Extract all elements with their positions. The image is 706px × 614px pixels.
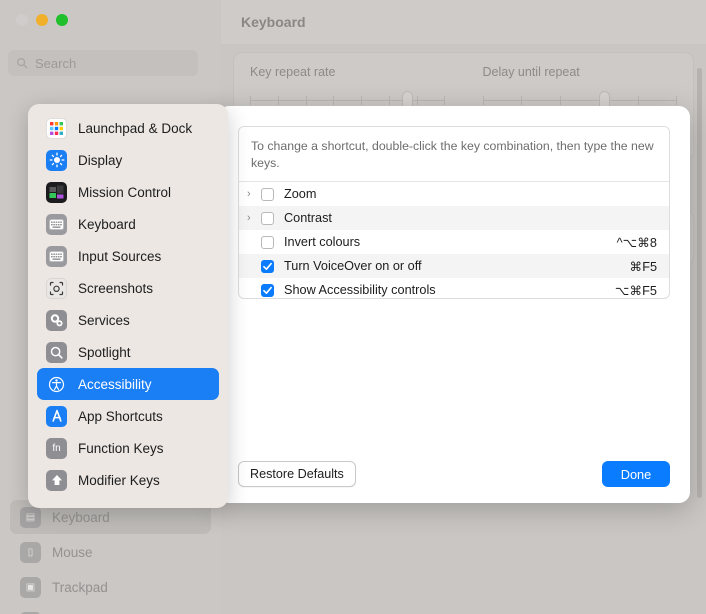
sidebar-item-label: Launchpad & Dock (78, 120, 193, 136)
camera-icon (46, 277, 67, 299)
delay-until-repeat-group: Delay until repeat (482, 65, 678, 111)
shift-arrow-icon (46, 469, 67, 491)
app-store-icon (46, 405, 67, 427)
sidebar-item-launchpad-dock[interactable]: Launchpad & Dock (37, 112, 219, 144)
fn-icon: fn (46, 437, 67, 459)
search-icon (46, 341, 67, 363)
shortcut-hint-text: To change a shortcut, double-click the k… (239, 127, 669, 183)
row-shortcut[interactable]: ⌥⌘F5 (615, 283, 657, 298)
sidebar-item-label: Keyboard (78, 216, 136, 232)
chevron-right-icon[interactable]: › (247, 188, 261, 200)
table-row[interactable]: › Contrast (239, 206, 669, 231)
sidebar-item-accessibility[interactable]: Accessibility (37, 368, 219, 400)
row-shortcut[interactable]: ^⌥⌘8 (617, 235, 657, 250)
mission-control-icon (46, 181, 67, 203)
sidebar-item-display[interactable]: Display (37, 144, 219, 176)
gears-icon (46, 309, 67, 331)
sidebar-item-mission-control[interactable]: Mission Control (37, 176, 219, 208)
sidebar-item-label: Services (78, 312, 130, 328)
search-placeholder: Search (35, 55, 77, 71)
table-row[interactable]: Turn VoiceOver on or off ⌘F5 (239, 254, 669, 279)
delay-until-repeat-label: Delay until repeat (482, 65, 580, 79)
sheet-detail-pane: To change a shortcut, double-click the k… (218, 106, 690, 503)
sheet-footer: Restore Defaults Done (238, 461, 670, 487)
sidebar-item-function-keys[interactable]: fn Function Keys (37, 432, 219, 464)
sidebar-item-label: App Shortcuts (78, 408, 163, 424)
row-shortcut[interactable]: ⌘F5 (630, 259, 658, 274)
zoom-button[interactable] (56, 14, 68, 26)
sidebar-item-label: Modifier Keys (78, 472, 160, 488)
sidebar-item-label: Accessibility (78, 376, 152, 392)
accessibility-icon (46, 373, 67, 395)
row-label: Invert colours (284, 235, 361, 250)
window-traffic-lights (16, 14, 68, 26)
restore-defaults-button[interactable]: Restore Defaults (238, 461, 356, 487)
mouse-icon: ▯ (20, 541, 41, 563)
sidebar-item-label: Display (78, 152, 123, 168)
search-icon (17, 58, 28, 69)
search-input[interactable]: Search (8, 50, 198, 76)
shortcuts-list-box: To change a shortcut, double-click the k… (238, 126, 670, 299)
chevron-right-icon[interactable]: › (247, 212, 261, 224)
shortcut-categories-sidebar: Launchpad & Dock Display Mission Control… (28, 104, 228, 508)
sidebar-item-input-sources[interactable]: Input Sources (37, 240, 219, 272)
keyboard-icon: ▤ (20, 506, 41, 528)
brightness-icon (46, 149, 67, 171)
close-button[interactable] (16, 14, 28, 26)
done-button[interactable]: Done (602, 461, 670, 487)
sidebar-item-label: Function Keys (78, 440, 164, 456)
sidebar-item-label: Mission Control (78, 184, 172, 200)
row-checkbox[interactable] (261, 259, 274, 273)
sidebar-item-label: Input Sources (78, 248, 162, 264)
sidebar-item-mouse[interactable]: ▯ Mouse (10, 535, 211, 569)
sidebar-item-printers-scanners[interactable]: ⎙ Printers & Scanners (10, 605, 211, 614)
content-titlebar: Keyboard (221, 0, 706, 44)
sidebar-item-spotlight[interactable]: Spotlight (37, 336, 219, 368)
trackpad-icon: ▣ (20, 576, 41, 598)
row-checkbox[interactable] (261, 283, 274, 297)
sidebar-item-label: Spotlight (78, 344, 131, 360)
sidebar-item-trackpad[interactable]: ▣ Trackpad (10, 570, 211, 604)
keyboard-shortcuts-sheet: To change a shortcut, double-click the k… (218, 106, 690, 503)
row-label: Zoom (284, 187, 317, 202)
row-checkbox[interactable] (261, 235, 274, 249)
sidebar-item-app-shortcuts[interactable]: App Shortcuts (37, 400, 219, 432)
sidebar-item-modifier-keys[interactable]: Modifier Keys (37, 464, 219, 496)
row-label: Contrast (284, 211, 332, 226)
minimize-button[interactable] (36, 14, 48, 26)
sidebar-item-keyboard[interactable]: Keyboard (37, 208, 219, 240)
sidebar-item-label: Mouse (52, 544, 93, 560)
row-label: Turn VoiceOver on or off (284, 259, 422, 274)
row-checkbox[interactable] (261, 187, 274, 201)
table-row[interactable]: › Zoom (239, 182, 669, 206)
table-row[interactable]: Show Accessibility controls ⌥⌘F5 (239, 278, 669, 298)
page-title: Keyboard (241, 14, 306, 30)
launchpad-grid-icon (46, 117, 67, 139)
row-label: Show Accessibility controls (284, 283, 436, 298)
slider-ticks (250, 96, 445, 105)
sidebar-item-label: Trackpad (52, 579, 108, 595)
key-repeat-rate-label: Key repeat rate (250, 65, 336, 79)
key-repeat-rate-group: Key repeat rate (250, 65, 445, 111)
sidebar-item-services[interactable]: Services (37, 304, 219, 336)
sidebar-item-screenshots[interactable]: Screenshots (37, 272, 219, 304)
keyboard-icon (46, 245, 67, 267)
content-scrollbar[interactable] (697, 68, 702, 498)
sidebar-item-label: Keyboard (52, 509, 110, 525)
slider-ticks (482, 96, 678, 105)
sidebar-item-label: Screenshots (78, 280, 154, 296)
keyboard-icon (46, 213, 67, 235)
screen: Search ▤ Keyboard ▯ Mouse ▣ Trackpad ⎙ (0, 0, 706, 614)
row-checkbox[interactable] (261, 211, 274, 225)
table-row[interactable]: Invert colours ^⌥⌘8 (239, 230, 669, 254)
